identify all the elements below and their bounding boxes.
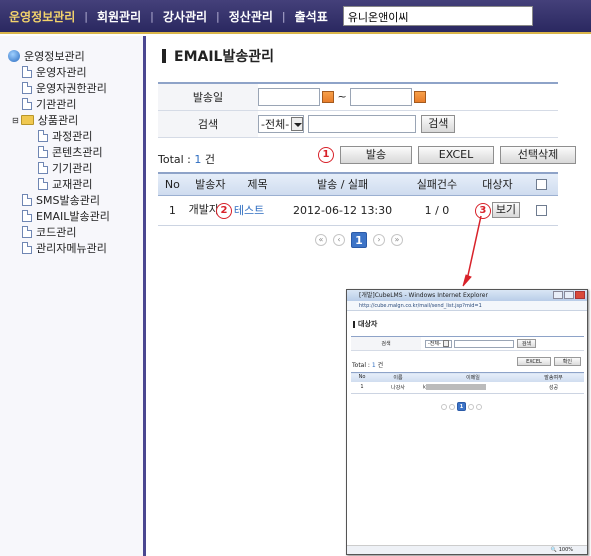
popup-cell-no: 1	[351, 381, 373, 394]
popup-recipient-table: No 이름 이메일 발송여부 1 나강사 k 성공	[351, 372, 584, 394]
popup-total-count: Total : 1 건	[352, 360, 383, 369]
table-row: 1 나강사 k 성공	[351, 381, 584, 394]
popup-total-label: Total :	[352, 362, 372, 369]
popup-col-no: No	[351, 372, 373, 382]
dropdown-arrow-icon	[442, 340, 449, 347]
popup-heading-text: 대상자	[358, 320, 378, 328]
next-page-button[interactable]	[468, 403, 474, 410]
popup-address-bar[interactable]: http://cube.malgn.co.kr/mail/send_list.j…	[347, 301, 587, 311]
maximize-icon[interactable]	[564, 291, 574, 299]
popup-heading: 대상자	[353, 319, 587, 329]
popup-cell-email: k	[423, 381, 523, 394]
popup-col-status: 발송여부	[523, 372, 584, 382]
zoom-icon: 🔍	[550, 547, 558, 553]
popup-cell-status: 성공	[523, 381, 584, 394]
first-page-button[interactable]	[441, 403, 447, 410]
popup-search-filter: 검색 -전체- 검색	[351, 336, 584, 351]
popup-search-input[interactable]	[453, 339, 514, 348]
popup-confirm-button[interactable]: 확인	[553, 357, 581, 366]
popup-search-select[interactable]: -전체-	[425, 339, 452, 348]
minimize-icon[interactable]	[553, 291, 563, 299]
popup-select-value: -전체-	[428, 341, 441, 347]
popup-window-title: [개발]CubeLMS - Windows Internet Explorer	[359, 292, 488, 299]
popup-col-email: 이메일	[423, 372, 523, 382]
popup-search-label: 검색	[351, 337, 421, 350]
popup-table-header: No 이름 이메일 발송여부	[351, 372, 584, 382]
last-page-button[interactable]	[476, 403, 482, 410]
recipients-popup-window: [개발]CubeLMS - Windows Internet Explorer …	[346, 289, 588, 555]
window-controls	[552, 291, 585, 299]
popup-total-unit: 건	[375, 362, 384, 369]
popup-cell-name: 나강사	[373, 381, 423, 394]
redacted-email	[425, 384, 486, 390]
popup-status-bar: 🔍 100%	[347, 545, 587, 554]
popup-col-name: 이름	[373, 372, 423, 382]
prev-page-button[interactable]	[449, 403, 455, 410]
close-icon[interactable]	[575, 291, 585, 299]
current-page[interactable]: 1	[457, 402, 466, 411]
popup-excel-button[interactable]: EXCEL	[517, 357, 551, 366]
heading-bar	[353, 320, 355, 328]
popup-search-button[interactable]: 검색	[516, 339, 537, 348]
popup-actions: EXCEL 확인	[514, 357, 581, 366]
zoom-level[interactable]: 100%	[559, 547, 573, 553]
popup-pagination: 1	[440, 402, 483, 411]
popup-titlebar: [개발]CubeLMS - Windows Internet Explorer	[347, 290, 587, 301]
